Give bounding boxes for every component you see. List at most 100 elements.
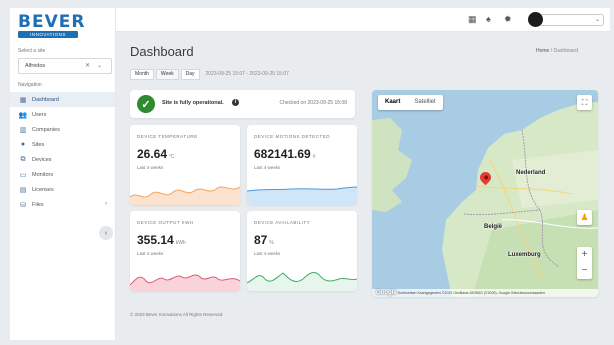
settings-icon[interactable]: ✹ <box>504 14 512 25</box>
metric-value: 682141.69 # <box>254 147 316 161</box>
metric-number: 682141.69 <box>254 147 311 161</box>
sidebar-item-label: Users <box>32 111 47 118</box>
metric-title: DEVICE TEMPERATURE <box>137 134 198 139</box>
building-icon: ▥ <box>19 126 27 134</box>
users-icon: 👥 <box>18 111 28 119</box>
metric-unit: °C <box>169 154 175 160</box>
metric-title: DEVICE OUTPUT KWH <box>137 220 194 225</box>
footer-copyright: © 2023 Bever Innovations All Rights Rese… <box>130 312 223 317</box>
site-select-label: Select a site <box>18 48 46 54</box>
metric-period: Last 4 weeks <box>254 251 281 256</box>
site-select[interactable]: Alfredos ✕ ⌄ <box>18 58 112 74</box>
sidebar-item-devices[interactable]: ⧉ Devices <box>10 152 115 167</box>
breadcrumb-home[interactable]: Home <box>536 48 549 54</box>
avatar[interactable] <box>528 12 543 27</box>
sidebar-item-dashboard[interactable]: ▦ Dashboard <box>10 92 115 107</box>
metric-number: 87 <box>254 233 268 247</box>
sidebar-item-label: Companies <box>32 126 60 133</box>
sidebar-item-label: Licenses <box>32 186 54 193</box>
sidebar-nav: ▦ Dashboard 👥 Users ▥ Companies ● Sites … <box>10 92 115 212</box>
map-attribution: Sneltoetsen Kaartgegevens ©2023 GeoBasis… <box>372 289 598 297</box>
chevron-down-icon: ⌄ <box>594 17 600 23</box>
metric-unit: % <box>269 240 274 246</box>
sparkline-output <box>130 274 240 291</box>
chevron-right-icon: › <box>105 201 107 207</box>
brand-tag: INNOVATIONS <box>18 31 78 38</box>
brand-name: BEVER <box>18 12 86 32</box>
sidebar-item-licenses[interactable]: ▤ Licenses <box>10 182 115 197</box>
metric-period: Last 4 weeks <box>254 165 281 170</box>
metric-card-motions: DEVICE MOTIONS DETECTED 682141.69 # Last … <box>247 125 357 205</box>
info-icon[interactable]: i <box>232 99 239 106</box>
breadcrumb: Home / Dashboard <box>536 48 578 54</box>
metric-title: DEVICE MOTIONS DETECTED <box>254 134 331 139</box>
user-menu[interactable]: ⌄ <box>536 14 604 26</box>
map-tab[interactable]: Kaart <box>378 95 407 110</box>
site-select-value: Alfredos <box>25 63 46 69</box>
zoom-controls: + − <box>577 247 592 279</box>
devices-icon: ⧉ <box>20 155 26 163</box>
map-terrain <box>372 102 598 297</box>
metric-period: Last 4 weeks <box>137 251 164 256</box>
metric-unit: # <box>312 154 316 160</box>
metric-card-output: DEVICE OUTPUT KWH 355.14 kWh Last 4 weeks <box>130 211 240 291</box>
zoom-out-button[interactable]: − <box>577 263 592 279</box>
sidebar-item-sites[interactable]: ● Sites <box>10 137 115 152</box>
breadcrumb-current: Dashboard <box>553 48 578 54</box>
zoom-in-button[interactable]: + <box>577 247 592 263</box>
site-map[interactable]: Kaart Satelliet ⛶ Nederland België Luxem… <box>372 90 598 297</box>
map-pin-icon: ● <box>20 141 26 148</box>
metric-number: 355.14 <box>137 233 174 247</box>
metric-card-availability: DEVICE AVAILABILITY 87% Last 4 weeks <box>247 211 357 291</box>
sidebar-item-label: Devices <box>32 156 52 163</box>
license-icon: ▤ <box>19 186 27 194</box>
date-range[interactable]: 2023-09-25 15:07 - 2023-09-25 15:07 <box>206 71 289 77</box>
sidebar-item-files[interactable]: ⛁ Files › <box>10 197 115 212</box>
status-message: Site is fully operational. <box>162 100 224 106</box>
sparkline-motions <box>247 186 357 205</box>
map-label-belgie: België <box>484 224 503 230</box>
range-day-button[interactable]: Day <box>180 68 200 80</box>
sidebar-item-label: Sites <box>32 141 45 148</box>
grid-icon[interactable]: ▦ <box>468 14 477 25</box>
status-checked-time: Checked on 2023-09-25 15:08 <box>279 100 347 106</box>
sparkline-temperature <box>130 186 240 205</box>
google-logo: Google <box>376 290 397 296</box>
sparkline-availability <box>247 272 357 291</box>
metric-card-temperature: DEVICE TEMPERATURE 26.64 °C Last 4 weeks <box>130 125 240 205</box>
brand-logo[interactable]: BEVER INNOVATIONS <box>18 12 86 40</box>
chevron-down-icon[interactable]: ⌄ <box>97 62 102 69</box>
sidebar-item-companies[interactable]: ▥ Companies <box>10 122 115 137</box>
files-icon: ⛁ <box>20 201 26 209</box>
sidebar-item-label: Dashboard <box>32 96 59 103</box>
bell-icon[interactable]: ♠ <box>486 14 491 24</box>
status-card: ✓ Site is fully operational. i Checked o… <box>130 90 355 118</box>
metric-period: Last 4 weeks <box>137 165 164 170</box>
sidebar-item-monitors[interactable]: ▭ Monitors <box>10 167 115 182</box>
metric-value: 355.14 kWh <box>137 233 186 247</box>
metric-title: DEVICE AVAILABILITY <box>254 220 311 225</box>
sidebar-item-users[interactable]: 👥 Users <box>10 107 115 122</box>
range-week-button[interactable]: Week <box>155 68 179 80</box>
range-month-button[interactable]: Month <box>130 68 154 80</box>
sidebar: BEVER INNOVATIONS Select a site Alfredos… <box>10 8 116 340</box>
metric-unit: kWh <box>175 240 186 246</box>
fullscreen-icon[interactable]: ⛶ <box>577 95 592 110</box>
range-controls: Month Week Day 2023-09-25 15:07 - 2023-0… <box>130 68 289 80</box>
map-label-luxemburg: Luxemburg <box>508 252 541 258</box>
clear-icon[interactable]: ✕ <box>85 62 90 69</box>
metric-number: 26.64 <box>137 147 168 161</box>
sidebar-item-label: Monitors <box>32 171 54 178</box>
check-circle-icon: ✓ <box>137 95 155 113</box>
monitor-icon: ▭ <box>19 171 27 179</box>
satellite-tab[interactable]: Satelliet <box>407 95 442 110</box>
pegman-icon[interactable]: ♟ <box>577 210 592 225</box>
map-type-toggle: Kaart Satelliet <box>378 95 443 110</box>
top-bar: ▦ ♠ ✹ ⌄ <box>116 8 610 32</box>
navigation-label: Navigation <box>18 82 42 88</box>
metric-value: 87% <box>254 233 274 247</box>
map-label-nederland: Nederland <box>516 170 546 176</box>
dashboard-icon: ▦ <box>19 96 27 104</box>
sidebar-collapse-button[interactable]: ‹ <box>99 226 113 240</box>
sidebar-item-label: Files <box>32 201 44 208</box>
